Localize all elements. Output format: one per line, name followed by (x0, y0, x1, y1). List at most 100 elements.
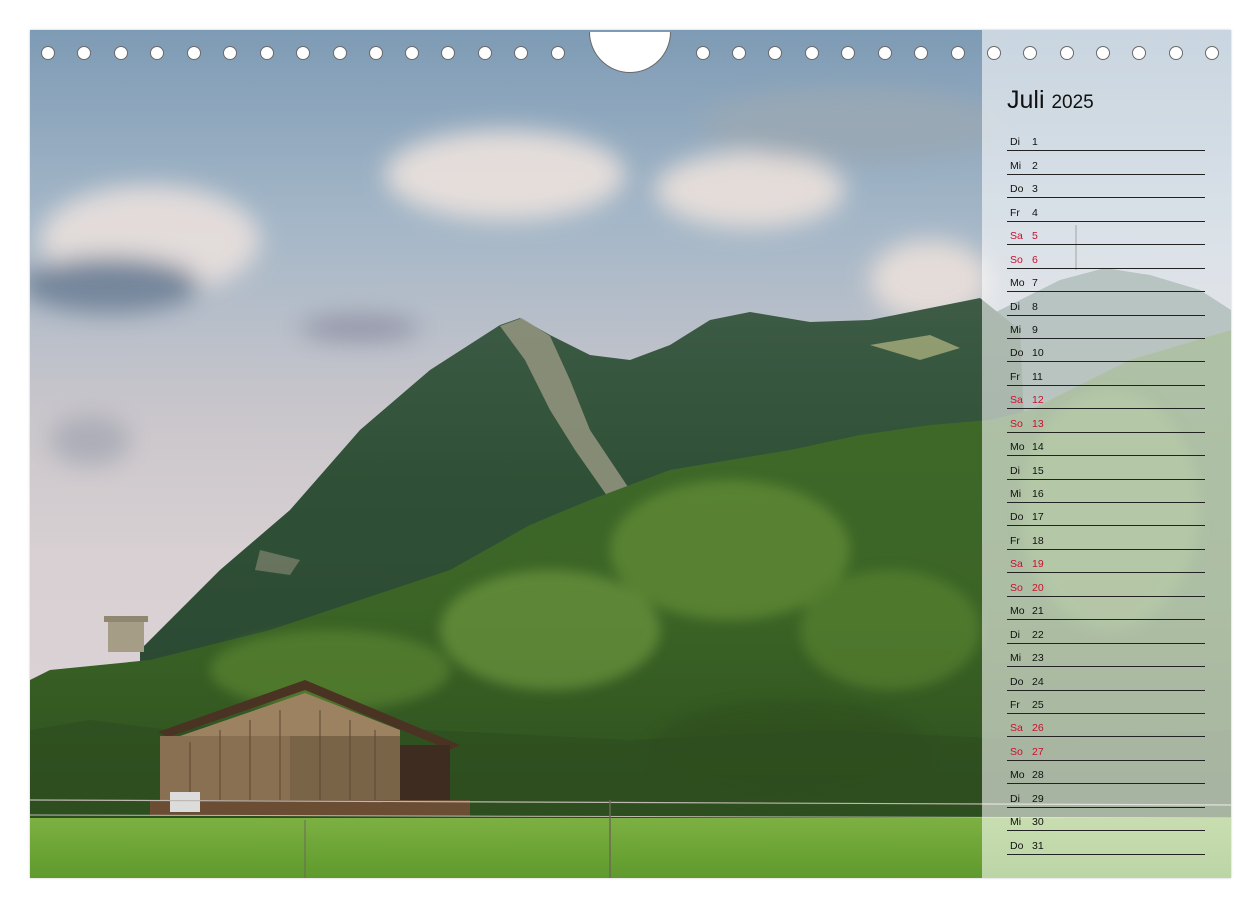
calendar-page: Juli 2025 Di 1 Mi 2 Do 3 Fr 4 Sa 5 So 6 Mo 7 Di 8 Mi 9 Do 1… (30, 30, 1231, 878)
day-row: Do 24 (1007, 667, 1205, 691)
binding-hole (150, 46, 164, 60)
weekday-label: Mi (1010, 159, 1022, 172)
weekday-label: Do (1010, 839, 1024, 852)
binding-hole (514, 46, 528, 60)
weekday-label: Do (1010, 511, 1024, 524)
day-row: So 6 (1007, 245, 1205, 269)
weekday-label: Mo (1010, 769, 1025, 782)
date-number: 28 (1032, 769, 1044, 782)
day-row: Mi 2 (1007, 151, 1205, 175)
day-row: Di 22 (1007, 620, 1205, 644)
day-row: So 20 (1007, 573, 1205, 597)
weekday-label: So (1010, 253, 1023, 266)
binding-hole (260, 46, 274, 60)
date-number: 2 (1032, 159, 1038, 172)
binding-hole (1132, 46, 1146, 60)
date-number: 11 (1032, 370, 1043, 383)
weekday-label: So (1010, 581, 1023, 594)
binding-hole (114, 46, 128, 60)
day-list: Di 1 Mi 2 Do 3 Fr 4 Sa 5 So 6 Mo 7 Di 8 Mi 9 Do 10 Fr 11 Sa 12 S… (1007, 128, 1205, 855)
weekday-label: Mi (1010, 816, 1022, 829)
date-number: 15 (1032, 464, 1044, 477)
date-number: 14 (1032, 441, 1044, 454)
binding-hole (551, 46, 565, 60)
date-number: 19 (1032, 558, 1044, 571)
day-row: Di 8 (1007, 292, 1205, 316)
binding-hole (878, 46, 892, 60)
binding-hole (1205, 46, 1219, 60)
date-number: 24 (1032, 675, 1044, 688)
weekday-label: Fr (1010, 370, 1020, 383)
month-title: Juli 2025 (1007, 86, 1094, 115)
date-number: 18 (1032, 534, 1044, 547)
binding-hole (187, 46, 201, 60)
weekday-label: Di (1010, 300, 1020, 313)
day-row: Do 31 (1007, 831, 1205, 855)
weekday-label: Do (1010, 183, 1024, 196)
weekday-label: Sa (1010, 722, 1023, 735)
binding-hole (441, 46, 455, 60)
date-number: 30 (1032, 816, 1044, 829)
date-number: 8 (1032, 300, 1038, 313)
date-number: 6 (1032, 253, 1038, 266)
date-number: 20 (1032, 581, 1044, 594)
date-number: 3 (1032, 183, 1038, 196)
day-row: So 13 (1007, 409, 1205, 433)
day-row: Do 17 (1007, 503, 1205, 527)
day-row: Sa 12 (1007, 386, 1205, 410)
date-number: 9 (1032, 323, 1038, 336)
day-row: Mi 9 (1007, 316, 1205, 339)
day-row: Mo 7 (1007, 269, 1205, 293)
day-row: Mo 28 (1007, 761, 1205, 785)
date-number: 10 (1032, 347, 1044, 360)
weekday-label: Mi (1010, 488, 1022, 500)
binding-hole (914, 46, 928, 60)
weekday-label: So (1010, 745, 1023, 758)
weekday-label: Sa (1010, 558, 1023, 571)
binding-hole (1169, 46, 1183, 60)
day-row: Fr 18 (1007, 526, 1205, 550)
weekday-label: Fr (1010, 534, 1020, 547)
day-row: Mi 30 (1007, 808, 1205, 832)
binding-hole (223, 46, 237, 60)
binding-hole (1060, 46, 1074, 60)
weekday-label: Di (1010, 464, 1020, 477)
binding-hole (41, 46, 55, 60)
binding-hole (987, 46, 1001, 60)
binding-hole (478, 46, 492, 60)
day-row: Fr 11 (1007, 362, 1205, 386)
weekday-label: Fr (1010, 206, 1020, 219)
date-number: 1 (1032, 136, 1038, 149)
date-number: 12 (1032, 394, 1044, 407)
weekday-label: Fr (1010, 698, 1020, 711)
weekday-label: Mo (1010, 441, 1025, 454)
binding-hole (951, 46, 965, 60)
date-number: 13 (1032, 417, 1044, 430)
day-row: Mo 21 (1007, 597, 1205, 621)
weekday-label: Mo (1010, 277, 1025, 290)
day-row: Di 29 (1007, 784, 1205, 808)
date-number: 4 (1032, 206, 1038, 219)
day-row: Mi 16 (1007, 480, 1205, 503)
day-row: Do 10 (1007, 339, 1205, 363)
date-number: 23 (1032, 652, 1044, 665)
binding-hole (296, 46, 310, 60)
day-row: Sa 26 (1007, 714, 1205, 738)
weekday-label: Mi (1010, 323, 1022, 336)
day-row: Sa 5 (1007, 222, 1205, 246)
binding-hole (805, 46, 819, 60)
binding-hole (732, 46, 746, 60)
binding-hole (405, 46, 419, 60)
year-label: 2025 (1051, 92, 1094, 113)
day-row: So 27 (1007, 737, 1205, 761)
date-number: 27 (1032, 745, 1044, 758)
weekday-label: Mo (1010, 605, 1025, 618)
day-row: Fr 25 (1007, 691, 1205, 714)
binding-hole (1023, 46, 1037, 60)
day-row: Mo 14 (1007, 433, 1205, 457)
weekday-label: Sa (1010, 230, 1023, 243)
date-number: 21 (1032, 605, 1044, 618)
date-number: 5 (1032, 230, 1038, 243)
day-row: Sa 19 (1007, 550, 1205, 574)
date-number: 7 (1032, 277, 1038, 290)
